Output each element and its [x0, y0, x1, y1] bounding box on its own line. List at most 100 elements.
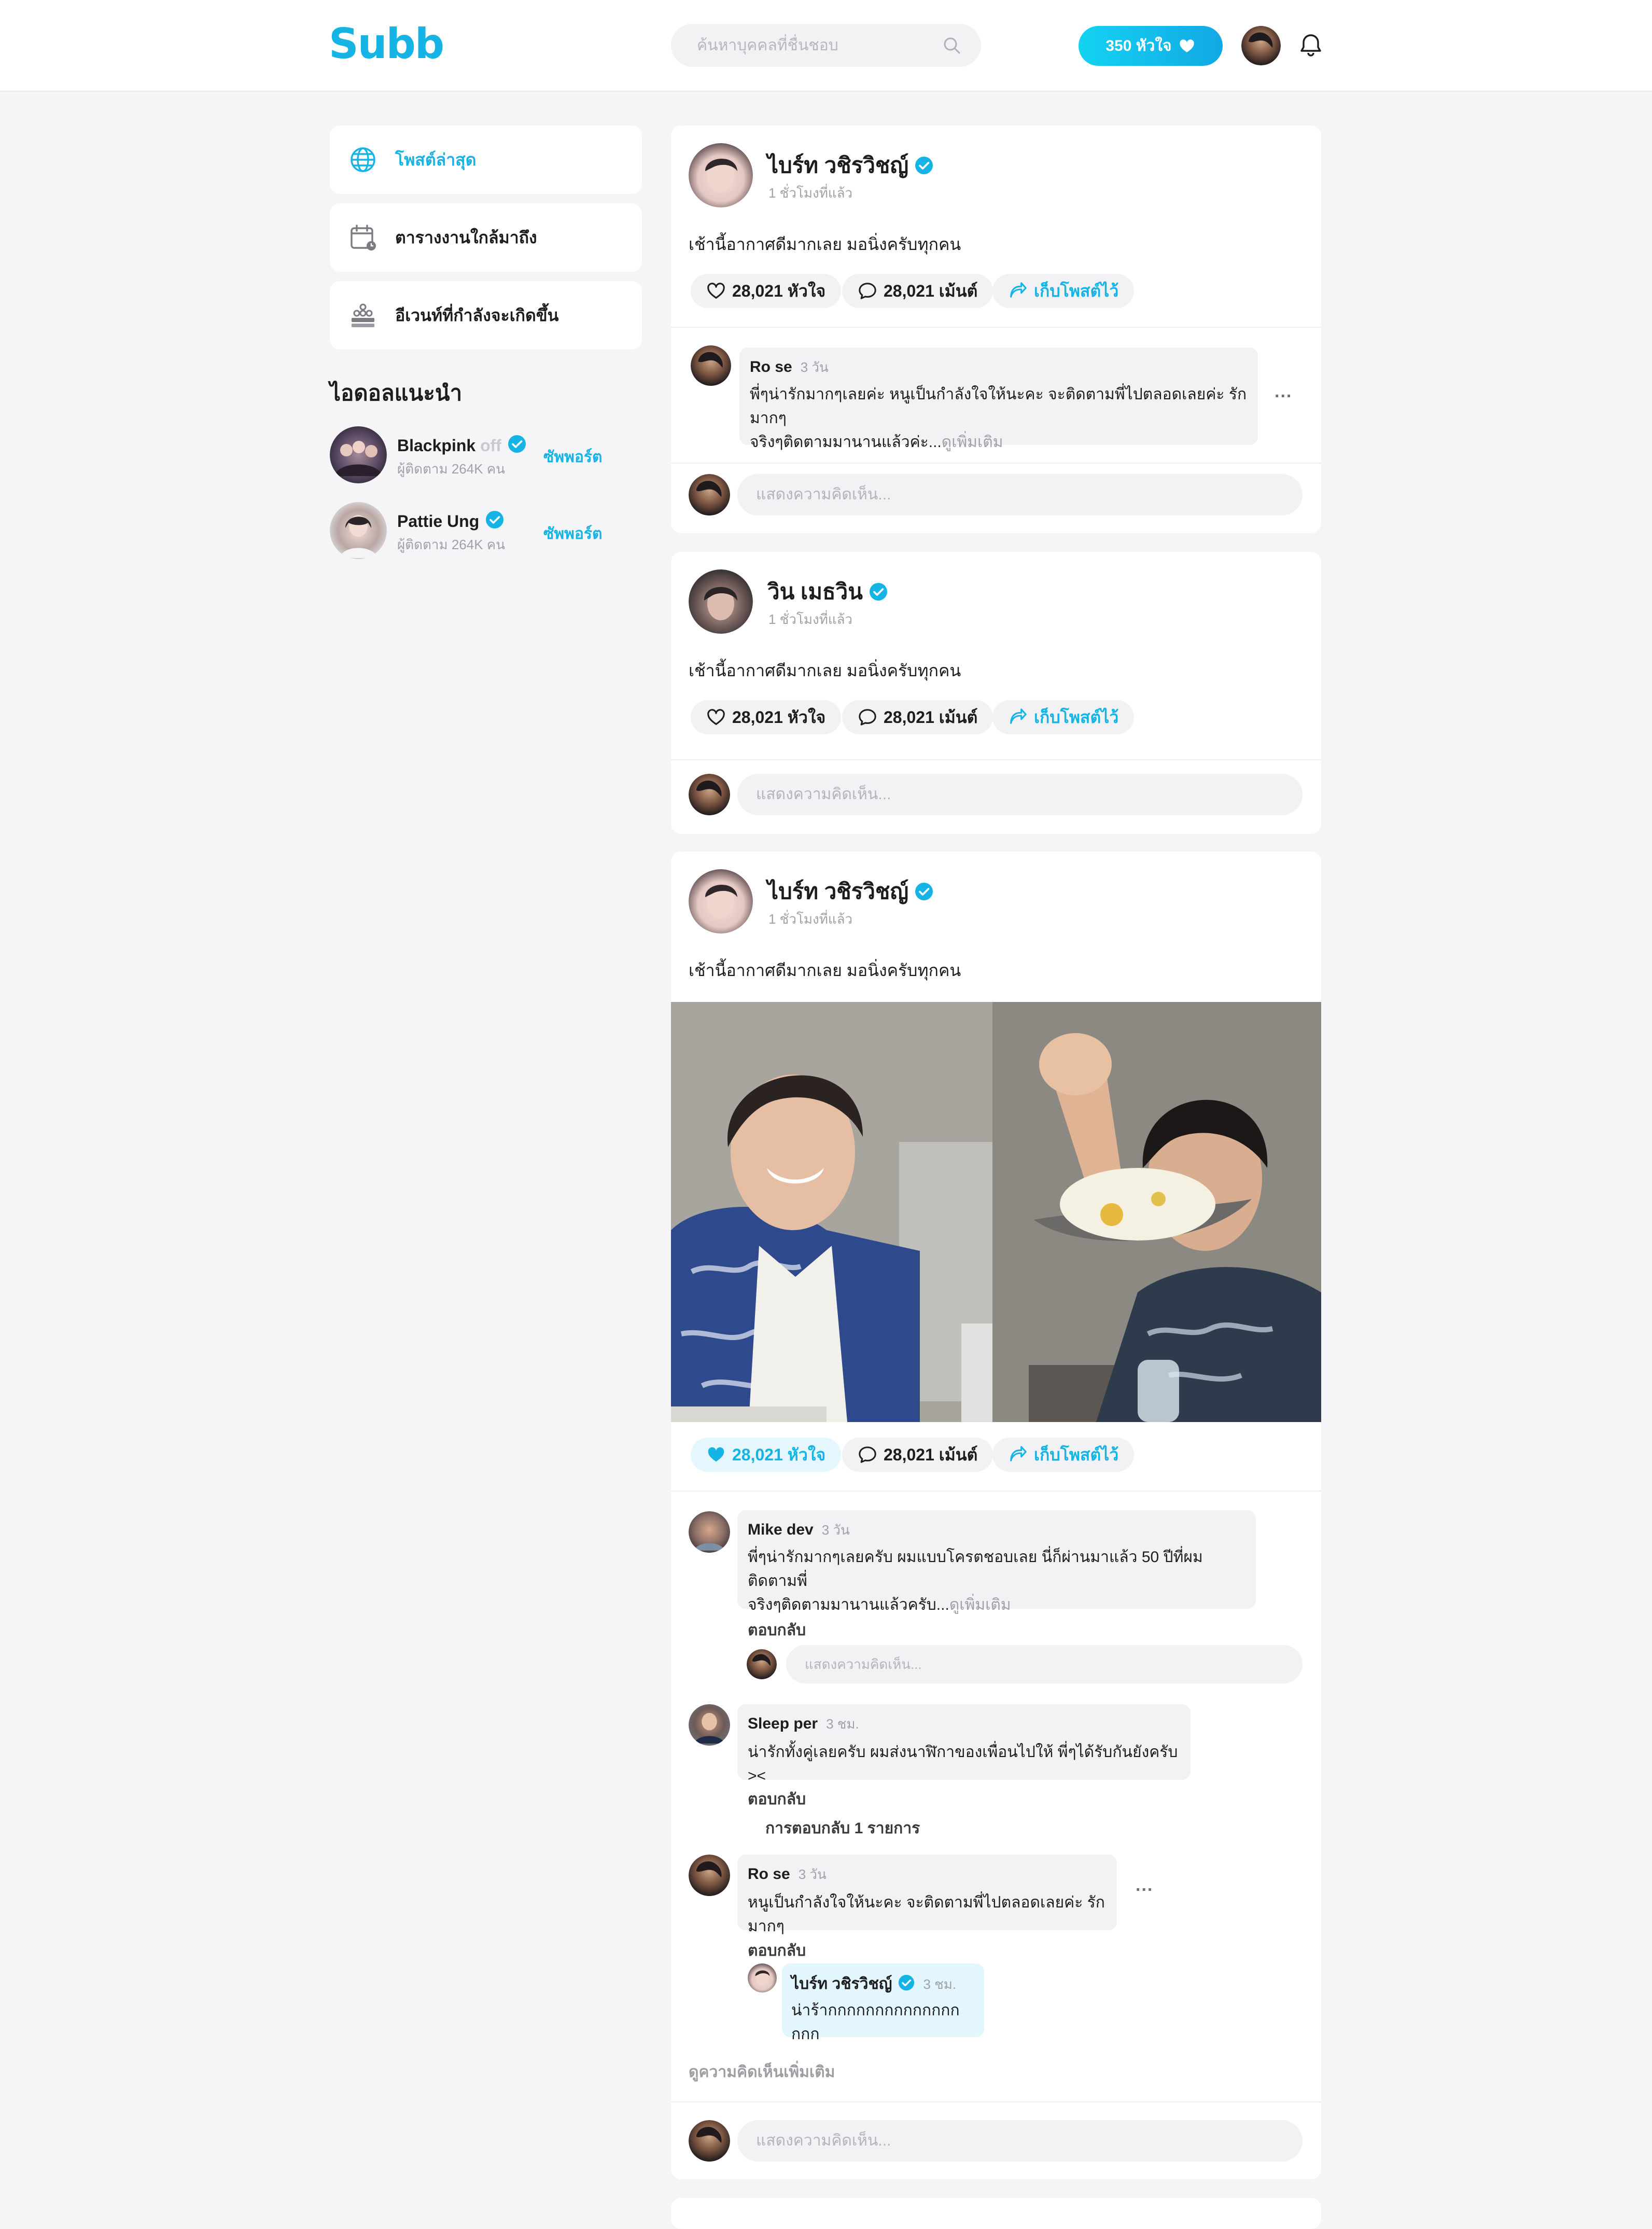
comment-button[interactable]: 28,021 เม้นต์: [842, 1438, 993, 1472]
post-card: วิน เมธวิน 1 ชั่วโมงที่แล้ว เช้านี้อากาศ…: [671, 552, 1321, 834]
comment-icon: [858, 707, 877, 727]
save-post-button[interactable]: เก็บโพสต์ไว้: [992, 274, 1135, 308]
post-text: เช้านี้อากาศดีมากเลย มอนิ่งครับทุกคน: [689, 661, 961, 680]
support-button[interactable]: ซัพพอร์ต: [543, 445, 603, 469]
post-card: [671, 2198, 1321, 2229]
divider: [671, 759, 1321, 760]
verified-icon: [485, 510, 504, 529]
calendar-icon: [351, 225, 376, 250]
commenter-avatar[interactable]: [689, 1855, 730, 1896]
comment-text: พี่ๆน่ารักมากๆเลยครับ ผมแบบโครตชอบเลย นี…: [748, 1549, 1203, 1613]
reply-link[interactable]: ตอบกลับ: [748, 1787, 806, 1812]
like-button[interactable]: 28,021 หัวใจ: [691, 1438, 842, 1472]
commenter-name[interactable]: Sleep per 3 ชม.: [748, 1713, 859, 1735]
subb-logo[interactable]: Subb: [329, 20, 444, 68]
user-avatar[interactable]: [689, 2120, 730, 2162]
comment-box[interactable]: [737, 474, 1303, 516]
top-bar: Subb 350 หัวใจ: [0, 0, 1652, 92]
comment-time: 3 วัน: [798, 1866, 827, 1882]
bell-icon[interactable]: [1296, 31, 1325, 60]
reply-link[interactable]: ตอบกลับ: [748, 1618, 806, 1642]
comment-button[interactable]: 28,021 เม้นต์: [842, 274, 993, 308]
like-count: 28,021 หัวใจ: [732, 281, 826, 300]
reply-link[interactable]: ตอบกลับ: [748, 1939, 806, 1963]
more-options-icon[interactable]: ...: [1136, 1875, 1153, 1896]
user-avatar[interactable]: [1241, 26, 1281, 65]
comment-text: พี่ๆน่ารักมากๆเลยค่ะ หนูเป็นกำลังใจให้นะ…: [750, 386, 1247, 451]
divider: [671, 463, 1321, 464]
author-avatar[interactable]: [689, 143, 753, 207]
author-avatar[interactable]: [689, 569, 753, 634]
reply-box[interactable]: [786, 1645, 1303, 1683]
nav-upcoming-schedule[interactable]: ตารางงานใกล้มาถึง: [330, 203, 642, 272]
nav-latest-posts[interactable]: โพสต์ล่าสุด: [330, 126, 642, 194]
post-text: เช้านี้อากาศดีมากเลย มอนิ่งครับทุกคน: [689, 961, 961, 980]
support-button[interactable]: ซัพพอร์ต: [543, 522, 603, 546]
comment-button[interactable]: 28,021 เม้นต์: [842, 700, 993, 734]
idol-name[interactable]: Pattie Ung: [397, 510, 504, 531]
user-avatar[interactable]: [689, 774, 730, 815]
idol-item[interactable]: Pattie Ung ผู้ติดตาม 264K คน ซัพพอร์ต: [330, 502, 642, 559]
search-box[interactable]: [671, 24, 981, 67]
comment-count: 28,021 เม้นต์: [884, 707, 978, 727]
view-replies-link[interactable]: การตอบกลับ 1 รายการ: [765, 1816, 920, 1841]
save-post-button[interactable]: เก็บโพสต์ไว้: [992, 1438, 1135, 1472]
commenter-name[interactable]: Ro se 3 วัน: [750, 357, 829, 378]
see-more-link[interactable]: ดูเพิ่มเติม: [949, 1596, 1011, 1613]
save-post-label: เก็บโพสต์ไว้: [1034, 1445, 1119, 1464]
reply-input[interactable]: [805, 1645, 1270, 1683]
comment-input[interactable]: [756, 774, 1265, 815]
share-icon: [1008, 1445, 1028, 1465]
avatar[interactable]: [330, 426, 387, 483]
commenter-avatar[interactable]: [748, 1963, 777, 1993]
reply-bubble: ไบร์ท วชิรวิชญ์ 3 ชม. น่าร้ากกกกกกกกกกกกก…: [782, 1963, 984, 2043]
comment-input[interactable]: [756, 474, 1265, 516]
verified-icon: [915, 882, 933, 901]
idol-followers: ผู้ติดตาม 264K คน: [397, 537, 505, 552]
comment-bubble: Sleep per 3 ชม. น่ารักทั้งคู่เลยครับ ผมส่…: [737, 1704, 1191, 1785]
commenter-avatar[interactable]: [689, 1704, 730, 1746]
idol-item[interactable]: Blackpink off ผู้ติดตาม 264K คน ซัพพอร์ต: [330, 426, 642, 483]
hearts-balance-button[interactable]: 350 หัวใจ: [1079, 26, 1223, 66]
user-avatar[interactable]: [689, 474, 730, 516]
search-input[interactable]: [697, 24, 935, 67]
commenter-name[interactable]: Ro se 3 วัน: [748, 1864, 827, 1885]
commenter-name[interactable]: Mike dev 3 วัน: [748, 1520, 850, 1541]
commenter-avatar[interactable]: [689, 1511, 730, 1553]
comment-bubble: Ro se 3 วัน พี่ๆน่ารักมากๆเลยค่ะ หนูเป็นก…: [739, 347, 1258, 451]
verified-icon: [508, 435, 526, 453]
commenter-avatar[interactable]: [691, 345, 731, 386]
like-count: 28,021 หัวใจ: [732, 1445, 826, 1464]
hearts-balance-label: 350 หัวใจ: [1105, 37, 1172, 54]
like-button[interactable]: 28,021 หัวใจ: [691, 700, 842, 734]
author-name[interactable]: ไบร์ท วชิรวิชญ์: [767, 874, 933, 909]
author-name[interactable]: ไบร์ท วชิรวิชญ์: [767, 148, 933, 183]
comment-input[interactable]: [756, 2120, 1265, 2162]
idol-name[interactable]: Blackpink off: [397, 435, 526, 455]
see-more-link[interactable]: ดูเพิ่มเติม: [942, 434, 1003, 451]
search-icon[interactable]: [942, 35, 962, 56]
post-photo[interactable]: [671, 1002, 1321, 1422]
verified-icon: [869, 582, 888, 601]
see-more-comments-link[interactable]: ดูความคิดเห็นเพิ่มเติม: [689, 2060, 835, 2084]
nav-upcoming-events[interactable]: อีเวนท์ที่กำลังจะเกิดขึ้น: [330, 281, 642, 350]
user-avatar[interactable]: [747, 1649, 777, 1679]
comment-time: 3 วัน: [800, 359, 829, 375]
like-button[interactable]: 28,021 หัวใจ: [691, 274, 842, 308]
reply-text: น่าร้ากกกกกกกกกกกกกกกกก: [791, 2002, 960, 2043]
save-post-label: เก็บโพสต์ไว้: [1034, 707, 1119, 727]
comment-box[interactable]: [737, 2120, 1303, 2162]
more-options-icon[interactable]: ...: [1275, 382, 1292, 402]
replier-name[interactable]: ไบร์ท วชิรวิชญ์ 3 ชม.: [791, 1972, 956, 1996]
comment-box[interactable]: [737, 774, 1303, 815]
post-time: 1 ชั่วโมงที่แล้ว: [768, 911, 853, 927]
save-post-button[interactable]: เก็บโพสต์ไว้: [992, 700, 1135, 734]
avatar[interactable]: [330, 502, 387, 559]
author-avatar[interactable]: [689, 869, 753, 934]
author-name[interactable]: วิน เมธวิน: [767, 575, 888, 609]
comment-count: 28,021 เม้นต์: [884, 1445, 978, 1464]
comment-text: น่ารักทั้งคู่เลยครับ ผมส่งนาฬิกาของเพื่อ…: [748, 1744, 1178, 1785]
globe-icon: [351, 147, 375, 172]
verified-icon: [898, 1974, 915, 1991]
comment-bubble: Mike dev 3 วัน พี่ๆน่ารักมากๆเลยครับ ผมแบ…: [737, 1510, 1256, 1613]
